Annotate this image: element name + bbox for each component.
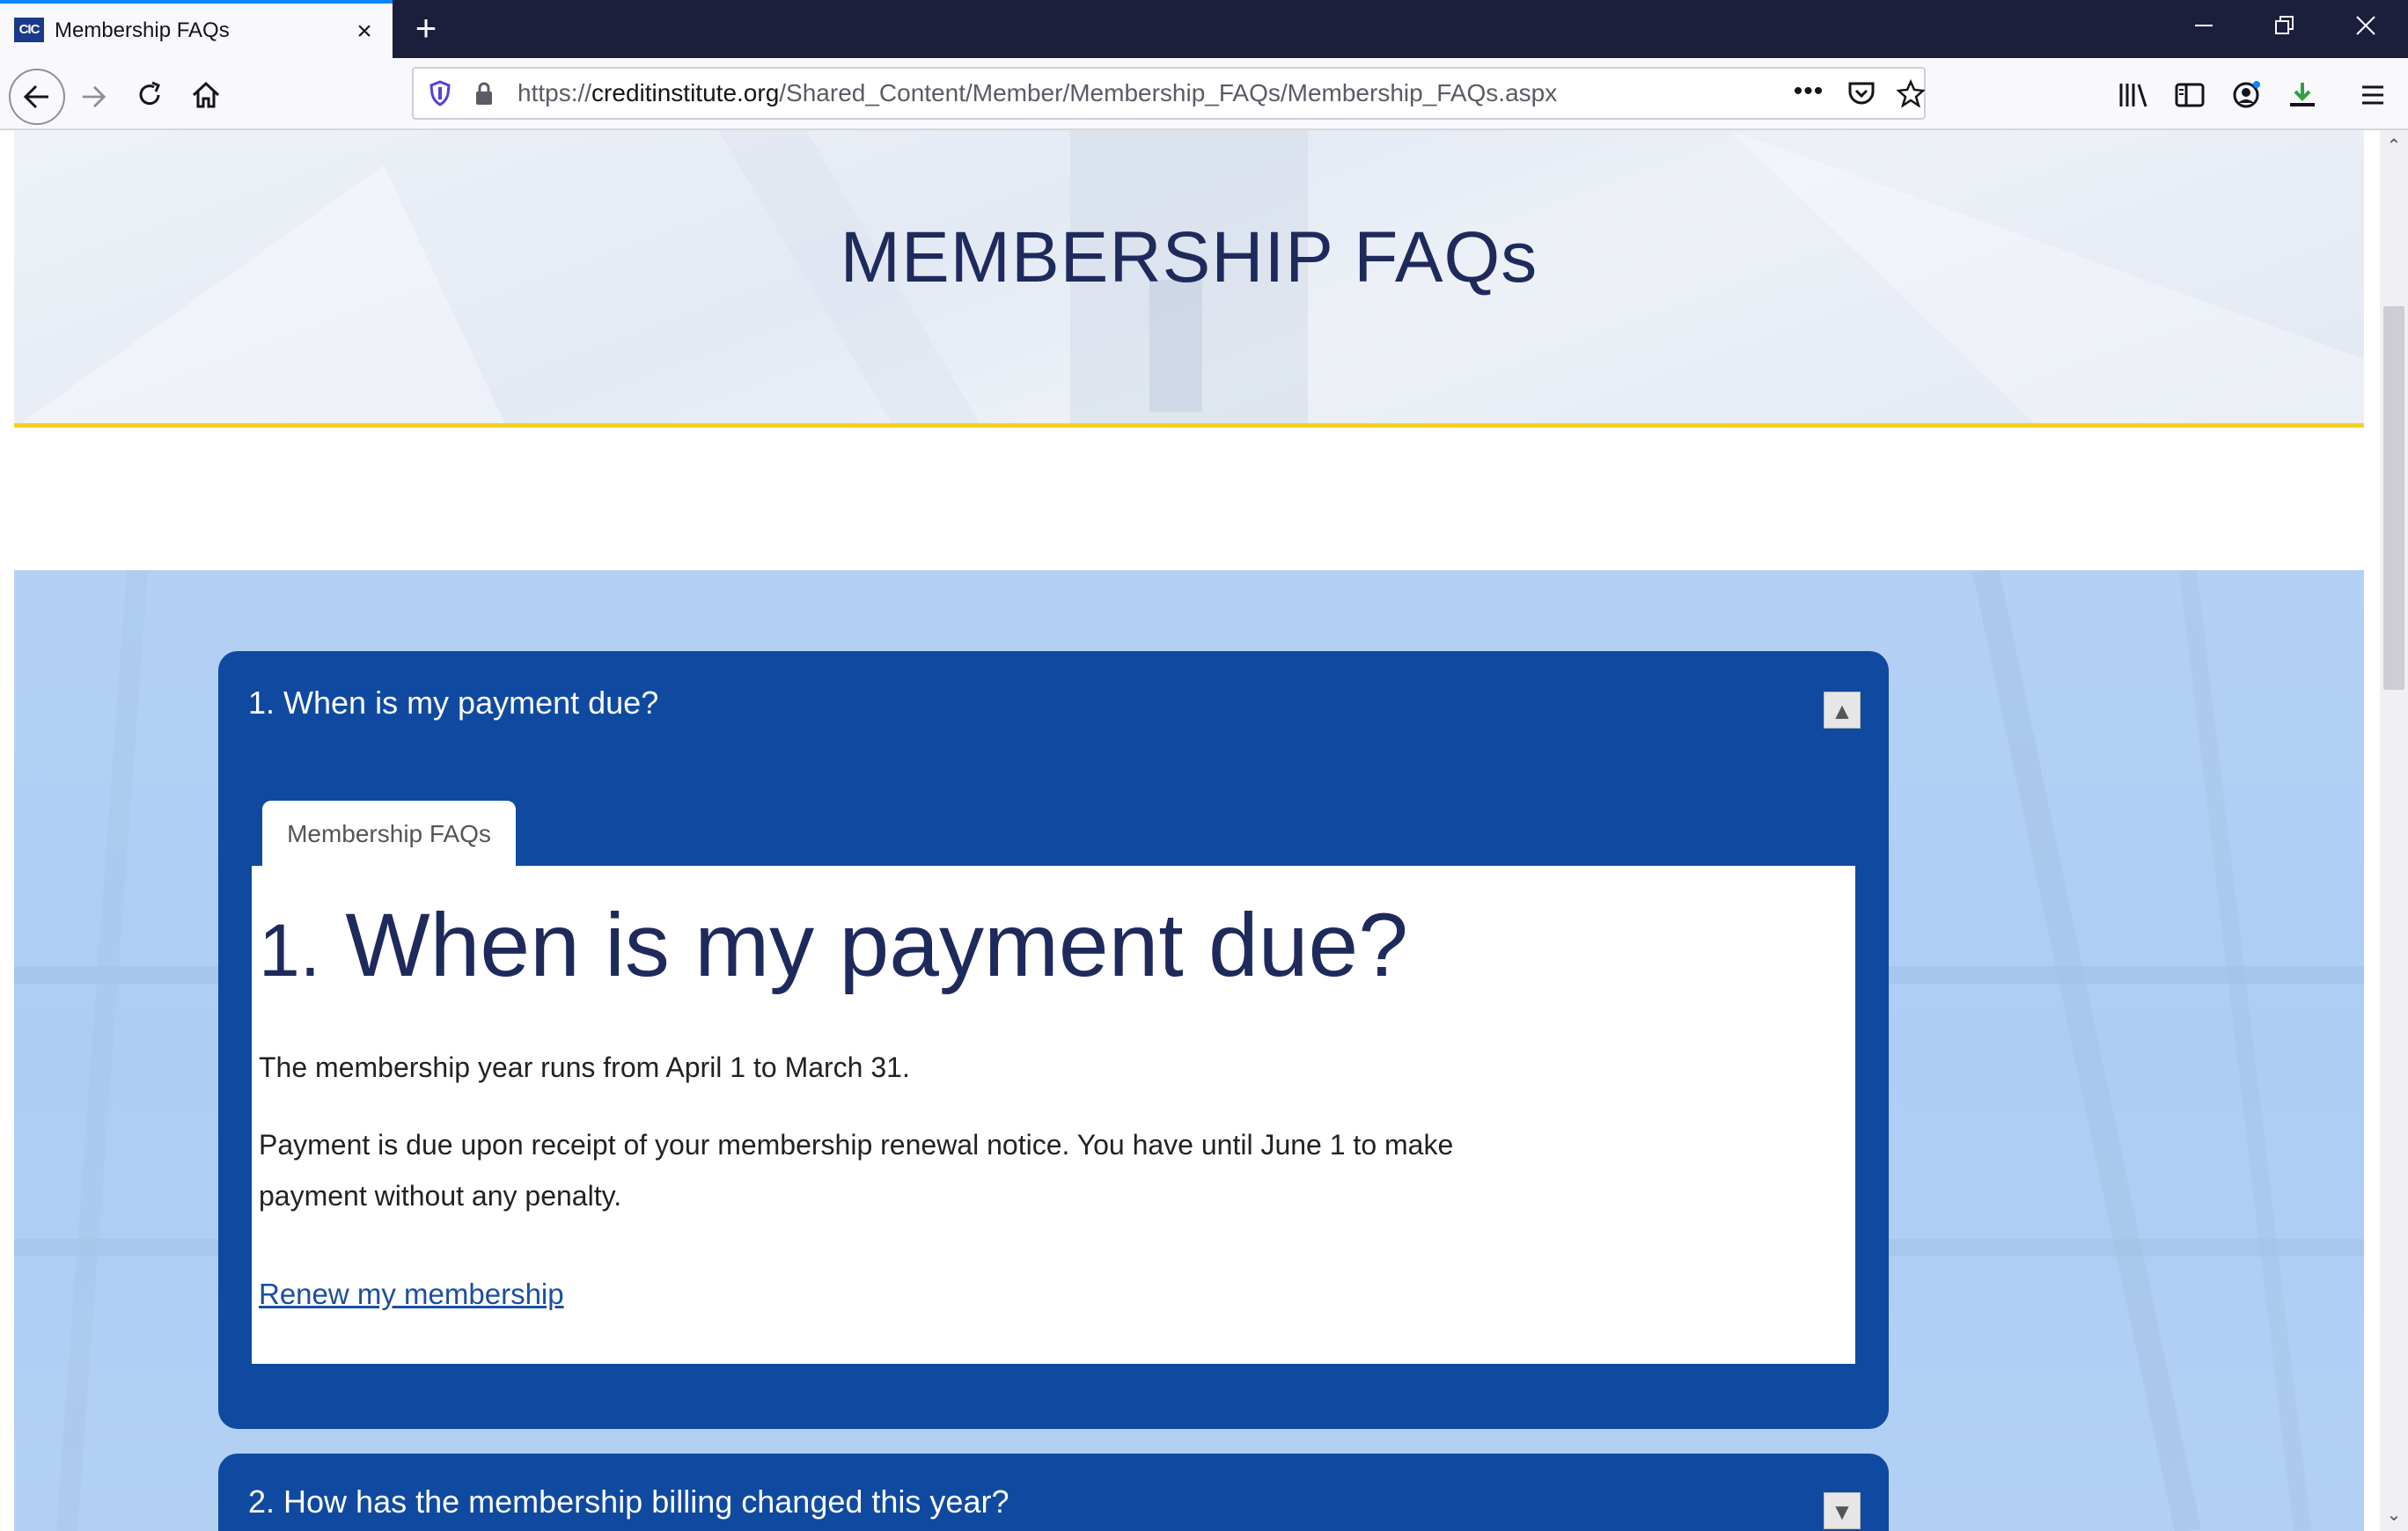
close-window-icon[interactable] [2325, 0, 2406, 58]
page-content: MEMBERSHIP FAQs 1. When is my payment du… [0, 130, 2380, 1531]
answer-heading: 1. When is my payment due? [259, 895, 1408, 995]
address-bar[interactable]: https://creditinstitute.org/Shared_Conte… [412, 67, 1926, 120]
site-favicon-icon: CIC [14, 18, 44, 42]
collapse-arrow-icon[interactable]: ▲ [1824, 692, 1861, 729]
answer-paragraph-1: The membership year runs from April 1 to… [259, 1051, 910, 1083]
page-title: MEMBERSHIP FAQs [840, 217, 1538, 297]
tracking-shield-icon[interactable] [419, 69, 461, 118]
page-scrollbar[interactable]: ⌃ ⌄ [2380, 130, 2408, 1531]
restore-window-icon[interactable] [2244, 0, 2325, 58]
renew-membership-link[interactable]: Renew my membership [259, 1272, 564, 1316]
answer-paragraph-2: Payment is due upon receipt of your memb… [259, 1129, 1454, 1212]
tab-title: Membership FAQs [55, 18, 230, 42]
bookmark-star-icon[interactable] [1889, 69, 1933, 118]
close-tab-icon[interactable]: × [349, 16, 380, 48]
tab-bar: CIC Membership FAQs × + [0, 0, 2408, 58]
expand-arrow-icon[interactable]: ▼ [1824, 1492, 1861, 1529]
faq-item-2: 2. How has the membership billing change… [218, 1454, 1889, 1531]
page-actions-menu-icon[interactable]: ••• [1787, 69, 1831, 118]
download-icon[interactable] [2278, 70, 2327, 120]
account-icon[interactable] [2221, 70, 2271, 120]
faq-question-1[interactable]: 1. When is my payment due? [248, 681, 658, 725]
hero-banner: MEMBERSHIP FAQs [14, 130, 2364, 428]
scrollbar-thumb[interactable] [2383, 306, 2404, 690]
scroll-up-arrow-icon[interactable]: ⌃ [2380, 134, 2408, 158]
padlock-icon[interactable] [465, 69, 503, 118]
navigation-toolbar: https://creditinstitute.org/Shared_Conte… [0, 58, 2408, 130]
back-arrow-icon[interactable] [9, 69, 65, 125]
new-tab-icon[interactable]: + [407, 9, 445, 48]
faq-answer-panel: 1. When is my payment due? The membershi… [252, 866, 1855, 1364]
faq-section: 1. When is my payment due? ▲ Membership … [14, 570, 2364, 1531]
url-text[interactable]: https://creditinstitute.org/Shared_Conte… [518, 69, 1557, 118]
hamburger-menu-icon[interactable] [2348, 70, 2397, 120]
pocket-icon[interactable] [1839, 69, 1883, 118]
scroll-down-arrow-icon[interactable]: ⌄ [2380, 1503, 2408, 1527]
minimize-window-icon[interactable] [2163, 0, 2244, 58]
library-icon[interactable] [2109, 70, 2158, 120]
sidebar-icon[interactable] [2165, 70, 2214, 120]
home-icon[interactable] [181, 70, 231, 120]
tab-membership-faqs[interactable]: Membership FAQs [262, 801, 516, 868]
faq-question-2[interactable]: 2. How has the membership billing change… [248, 1480, 1009, 1524]
reload-icon[interactable] [125, 70, 174, 120]
forward-arrow-icon[interactable] [69, 72, 118, 121]
faq-item-1: 1. When is my payment due? ▲ Membership … [218, 651, 1889, 1429]
active-tab[interactable]: CIC Membership FAQs × [0, 0, 393, 58]
